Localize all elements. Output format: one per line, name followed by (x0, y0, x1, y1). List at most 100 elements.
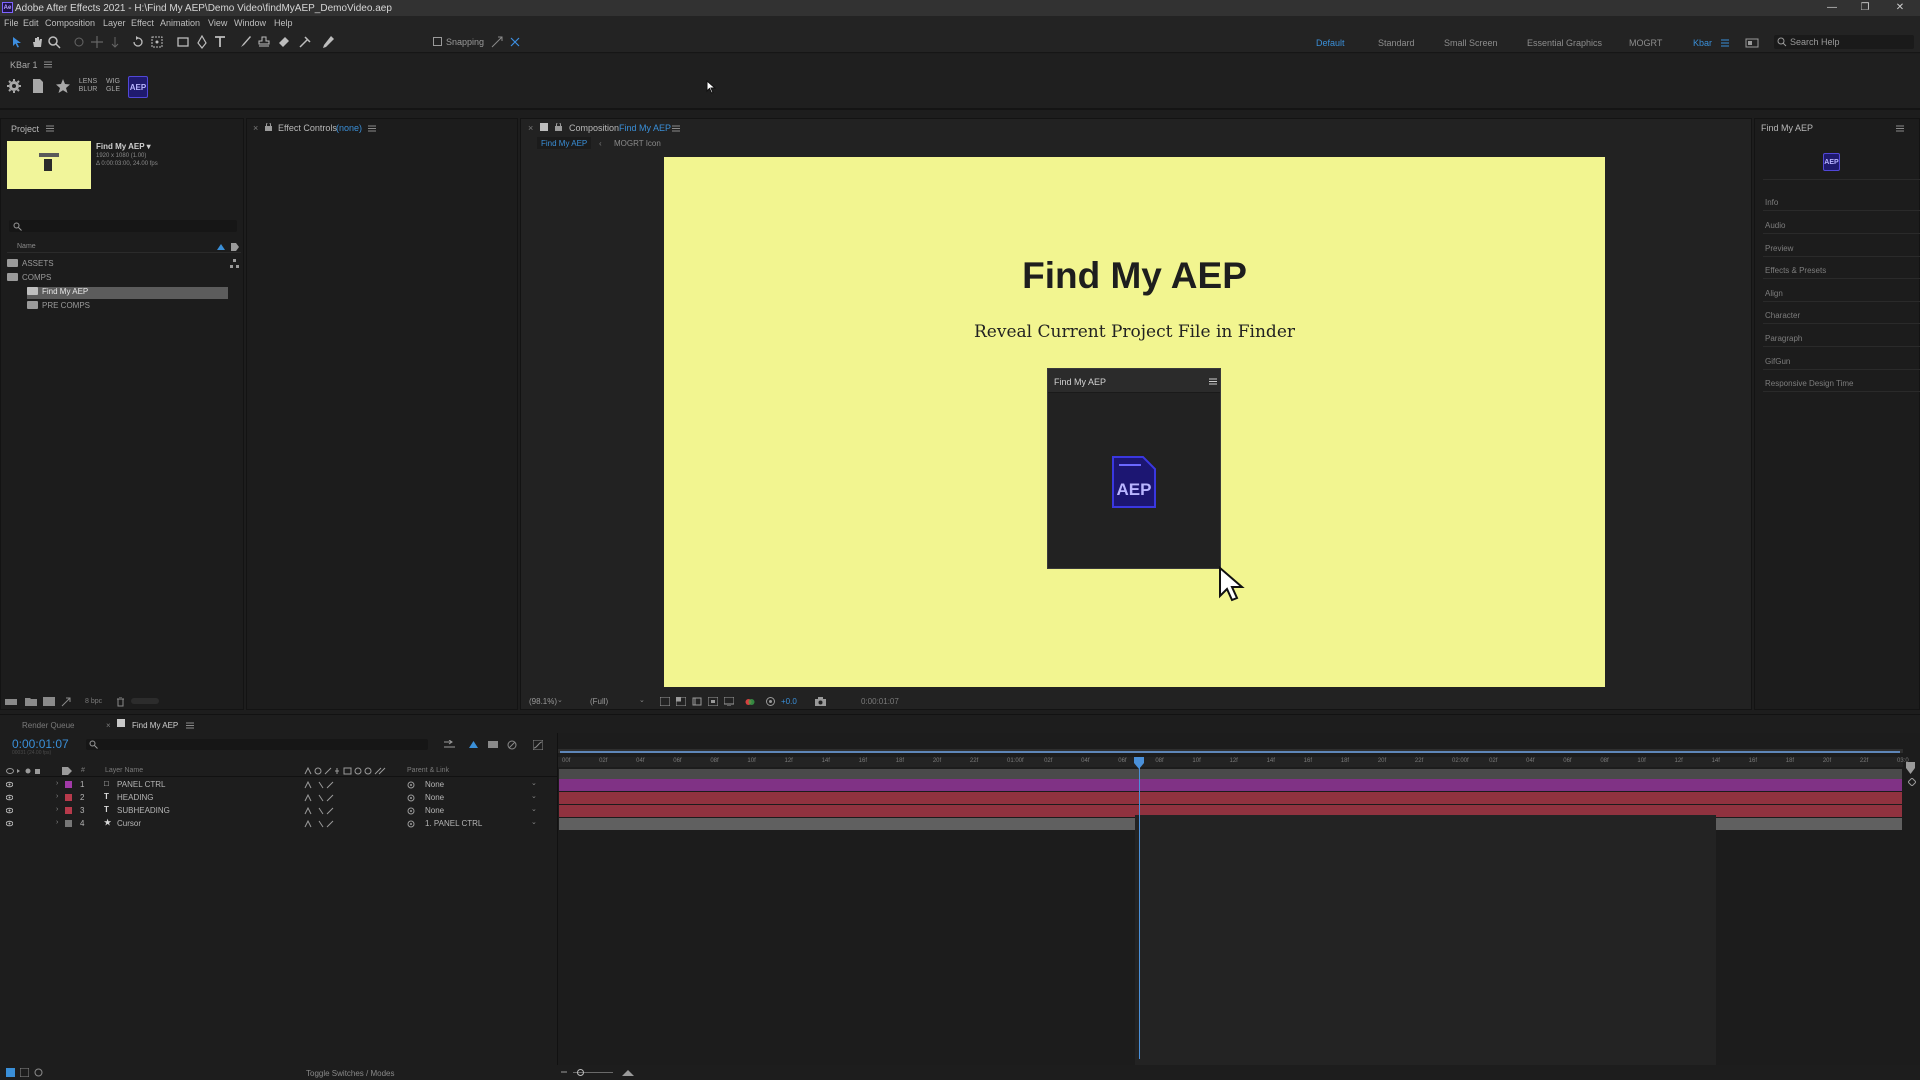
workspace-default[interactable]: Default (1316, 38, 1345, 48)
reset-exposure-icon[interactable] (766, 697, 775, 706)
new-composition-icon[interactable] (43, 697, 55, 706)
timeline-comp-tab[interactable]: Find My AEP (132, 721, 178, 730)
dolly-tool-icon[interactable] (108, 35, 122, 49)
workspace-mogrt[interactable]: MOGRT (1629, 38, 1662, 48)
trash-icon[interactable] (116, 697, 125, 707)
playhead-line[interactable] (1139, 759, 1141, 1059)
eraser-tool-icon[interactable] (277, 35, 291, 49)
panel-preview[interactable]: Preview (1765, 244, 1793, 253)
bit-depth[interactable]: 8 bpc (85, 698, 102, 705)
label-color-swatch[interactable] (65, 794, 72, 801)
label-color-swatch[interactable] (65, 820, 72, 827)
guides-icon[interactable] (724, 697, 734, 706)
layer-search-input[interactable] (86, 739, 428, 750)
transfer-controls-icon[interactable] (34, 1068, 43, 1077)
close-button[interactable]: ✕ (1888, 1, 1912, 15)
rotation-tool-icon[interactable] (131, 35, 145, 49)
layer-row[interactable]: › 2 T HEADING None ⌄ (0, 791, 557, 804)
sort-arrow-icon[interactable] (217, 244, 225, 250)
layer-switches-icon[interactable] (304, 781, 334, 789)
draft-3d-icon[interactable] (468, 740, 479, 749)
snap-edges-icon[interactable] (490, 35, 504, 49)
lens-blur-button[interactable]: LENS BLUR (76, 78, 100, 94)
tree-item-assets[interactable]: ASSETS (7, 259, 54, 271)
layer-switches-icon[interactable] (304, 807, 334, 815)
viewer-lock-icon[interactable] (540, 123, 548, 131)
timeline-graph-area[interactable]: 00f 02f 04f 06f 08f 10f 12f 14f 16f 18f 20f 22f 01:0… (557, 733, 1920, 1080)
clone-stamp-tool-icon[interactable] (257, 35, 271, 49)
color-channels-icon[interactable] (745, 697, 755, 706)
find-my-aep-icon-button[interactable]: AEP (1823, 153, 1840, 171)
new-folder-icon[interactable] (25, 697, 37, 706)
close-tab-icon[interactable]: × (528, 123, 533, 133)
eye-icon[interactable] (6, 807, 13, 814)
lock-icon[interactable] (555, 123, 562, 131)
expand-arrow-icon[interactable]: › (56, 780, 58, 787)
file-icon[interactable] (31, 74, 45, 98)
zoom-tool-icon[interactable] (47, 35, 61, 49)
parent-dropdown[interactable]: None (425, 780, 444, 789)
marker-icon[interactable] (1908, 778, 1916, 786)
fast-previews-icon[interactable] (660, 697, 670, 706)
hide-shy-layers-icon[interactable] (488, 740, 498, 749)
panel-paragraph[interactable]: Paragraph (1765, 334, 1802, 343)
panel-align[interactable]: Align (1765, 289, 1783, 298)
label-color-swatch[interactable] (65, 781, 72, 788)
mask-visibility-icon[interactable] (692, 697, 702, 706)
panel-menu-icon[interactable] (186, 722, 194, 729)
find-my-aep-tab[interactable]: Find My AEP (1761, 123, 1813, 133)
work-area-range[interactable] (560, 751, 1900, 753)
expand-arrow-icon[interactable]: › (56, 819, 58, 826)
workspace-menu-icon[interactable] (1718, 36, 1732, 50)
toggle-switches-modes[interactable]: Toggle Switches / Modes (306, 1069, 395, 1078)
label-color-swatch[interactable] (65, 807, 72, 814)
workspace-standard[interactable]: Standard (1378, 38, 1415, 48)
layer-duration-bar[interactable] (559, 779, 1902, 791)
render-time-icon[interactable] (6, 1068, 15, 1077)
layer-switches-icon[interactable] (304, 794, 334, 802)
parent-dropdown[interactable]: None (425, 793, 444, 802)
menu-window[interactable]: Window (234, 18, 266, 28)
lock-icon[interactable] (265, 123, 272, 131)
layer-duration-bar[interactable] (559, 792, 1902, 804)
snap-features-icon[interactable] (508, 35, 522, 49)
layer-switches-icon[interactable] (304, 820, 334, 828)
eye-icon[interactable] (6, 820, 13, 827)
menu-layer[interactable]: Layer (103, 18, 126, 28)
star-icon[interactable] (55, 74, 71, 98)
column-name[interactable]: Name (17, 243, 36, 250)
layer-row[interactable]: › 1 □ PANEL CTRL None ⌄ (0, 778, 557, 791)
orbit-tool-icon[interactable] (72, 35, 86, 49)
tree-item-pre-comps[interactable]: PRE COMPS (27, 301, 90, 313)
viewer-timecode[interactable]: 0:00:01:07 (861, 697, 899, 706)
expand-arrow-icon[interactable]: › (56, 793, 58, 800)
close-tab-icon[interactable]: × (253, 123, 258, 133)
eye-icon[interactable] (6, 794, 13, 801)
kbar-tab[interactable]: KBar 1 (10, 60, 38, 70)
transparency-grid-icon[interactable] (676, 697, 686, 706)
pick-whip-icon[interactable] (407, 794, 415, 802)
panel-character[interactable]: Character (1765, 311, 1800, 320)
label-tag-icon[interactable] (231, 243, 239, 251)
parent-dropdown[interactable]: 1. PANEL CTRL (425, 819, 482, 828)
zoom-in-icon[interactable] (622, 1068, 634, 1076)
panel-menu-icon[interactable] (44, 61, 52, 68)
thumbnail-slider[interactable] (131, 698, 159, 704)
parent-dropdown[interactable]: None (425, 806, 444, 815)
label-tag-icon[interactable] (62, 767, 72, 775)
pick-whip-icon[interactable] (407, 820, 415, 828)
search-help-field[interactable]: Search Help (1774, 35, 1914, 49)
layer-row[interactable]: › 4 ★ Cursor 1. PANEL CTRL ⌄ (0, 817, 557, 830)
menu-file[interactable]: File (4, 18, 19, 28)
pan-tool-icon[interactable] (90, 35, 104, 49)
exposure-value[interactable]: +0.0 (781, 697, 797, 706)
frame-blending-icon[interactable] (507, 740, 517, 750)
layer-name[interactable]: SUBHEADING (117, 806, 170, 815)
snapping-checkbox[interactable] (433, 37, 442, 46)
close-tab-icon[interactable]: × (106, 721, 111, 730)
layer-row[interactable]: › 3 T SUBHEADING None ⌄ (0, 804, 557, 817)
snapshot-camera-icon[interactable] (815, 697, 826, 706)
find-my-aep-button[interactable]: AEP (128, 76, 148, 98)
gear-icon[interactable] (6, 74, 22, 98)
composition-tab[interactable]: Composition (569, 123, 619, 133)
